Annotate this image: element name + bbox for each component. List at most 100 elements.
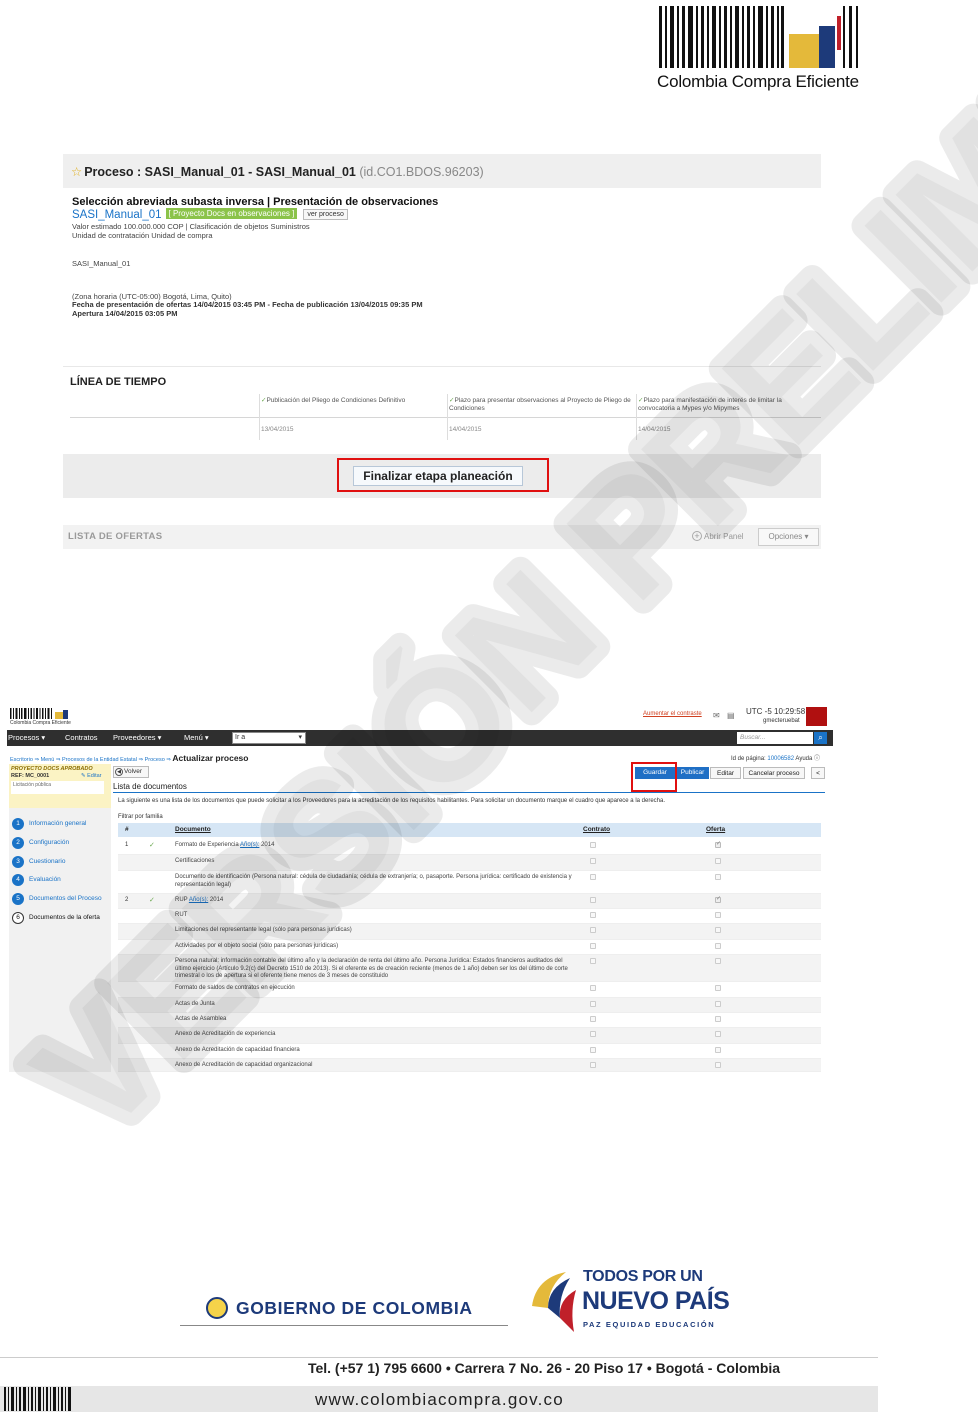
publicar-button[interactable]: Publicar — [676, 767, 709, 779]
contrato-checkbox[interactable] — [590, 1062, 596, 1068]
step-configuracion[interactable]: 2 Configuración — [12, 835, 111, 851]
step-label: Información general — [29, 820, 87, 827]
todos-line1: TODOS POR UN — [583, 1268, 703, 1285]
process-description: SASI_Manual_01 — [72, 259, 131, 268]
contrato-checkbox[interactable] — [590, 1031, 596, 1037]
help-link[interactable]: Ayuda ⓘ — [795, 756, 820, 762]
contrato-checkbox[interactable] — [590, 912, 596, 918]
oferta-checkbox[interactable] — [715, 1001, 721, 1007]
contrato-checkbox[interactable] — [590, 874, 596, 880]
step-label: Configuración — [29, 839, 70, 846]
aumentar-contraste-link[interactable]: Aumentar el contraste — [643, 711, 702, 717]
step-documentos-proceso[interactable]: 5 Documentos del Proceso — [12, 891, 111, 907]
step-informacion-general[interactable]: 1 Información general — [12, 816, 111, 832]
nav-proveedores[interactable]: Proveedores ▾ — [113, 733, 161, 742]
abrir-panel-button[interactable]: + Abrir Panel — [692, 531, 744, 541]
contrato-checkbox[interactable] — [590, 985, 596, 991]
cancelar-proceso-button[interactable]: Cancelar proceso — [743, 767, 805, 779]
filter-by-family[interactable]: Filtrar por familia — [118, 814, 163, 820]
table-row: Actas de Junta — [118, 998, 821, 1013]
prev-button[interactable]: < — [811, 767, 825, 779]
oferta-checkbox[interactable] — [715, 1031, 721, 1037]
col-documento[interactable]: Documento — [175, 826, 211, 833]
table-row: Persona natural: información contable de… — [118, 955, 821, 982]
oferta-checkbox[interactable] — [715, 943, 721, 949]
contrato-checkbox[interactable] — [590, 1047, 596, 1053]
oferta-checkbox[interactable] — [715, 912, 721, 918]
check-icon: ✓ — [149, 842, 155, 849]
nav-menu[interactable]: Menú ▾ — [184, 733, 209, 742]
divider — [180, 1325, 508, 1326]
contrato-checkbox[interactable] — [590, 858, 596, 864]
footer-contact: Tel. (+57 1) 795 6600 • Carrera 7 No. 26… — [307, 1360, 781, 1376]
contrato-checkbox[interactable] — [590, 1001, 596, 1007]
calendar-icon[interactable]: ▤ — [727, 711, 735, 720]
contrato-checkbox[interactable] — [590, 842, 596, 848]
nav-contratos[interactable]: Contratos — [65, 733, 98, 742]
volver-button[interactable]: ◀ Volver — [113, 766, 149, 778]
years-link[interactable]: Año(s): — [189, 897, 208, 903]
search-input[interactable]: Buscar... — [737, 732, 813, 744]
dropdown-arrow-icon: ▾ — [298, 734, 302, 741]
search-icon[interactable]: ⌕ — [814, 732, 827, 744]
col-contrato[interactable]: Contrato — [583, 826, 610, 833]
contrato-checkbox[interactable] — [590, 927, 596, 933]
mail-icon[interactable]: ✉ — [713, 711, 720, 720]
oferta-checkbox[interactable] — [715, 874, 721, 880]
oferta-checkbox[interactable] — [715, 895, 721, 903]
check-icon: ✓ — [149, 897, 155, 904]
page-id-label: Id de página: — [731, 756, 768, 762]
oferta-checkbox[interactable] — [715, 858, 721, 864]
oferta-checkbox[interactable] — [715, 927, 721, 933]
username[interactable]: gmecteruebat — [763, 718, 800, 724]
oferta-checkbox[interactable] — [715, 985, 721, 991]
clock-readout: UTC -5 10:29:58 — [746, 707, 806, 716]
document-name: Certificaciones — [175, 858, 575, 866]
nav-procesos[interactable]: Procesos ▾ — [8, 733, 45, 742]
contrato-checkbox[interactable] — [590, 897, 596, 903]
ir-a-select[interactable]: Ir a ▾ — [232, 732, 306, 744]
editar-button[interactable]: Editar — [710, 767, 741, 779]
table-row: Limitaciones del representante legal (só… — [118, 924, 821, 940]
opciones-dropdown[interactable]: Opciones ▾ — [758, 528, 819, 546]
oferta-checkbox[interactable] — [715, 1016, 721, 1022]
document-label: Formato de saldos de contratos en ejecuc… — [175, 985, 295, 991]
plus-icon: + — [692, 531, 702, 541]
step-documentos-oferta[interactable]: 6 Documentos de la oferta — [12, 910, 111, 926]
col-oferta[interactable]: Oferta — [706, 826, 725, 833]
contrato-checkbox[interactable] — [590, 943, 596, 949]
document-name: Formato de Experiencia Año(s): 2014 — [175, 842, 575, 850]
page-id-value: 10006582 — [767, 756, 795, 762]
document-name: Anexo de Acreditación de experiencia — [175, 1031, 575, 1039]
footer-bar: www.colombiacompra.gov.co — [0, 1386, 878, 1412]
document-name: Actas de Junta — [175, 1001, 575, 1009]
step-number: 2 — [12, 837, 24, 849]
document-name: Limitaciones del representante legal (só… — [175, 927, 575, 935]
step-evaluacion[interactable]: 4 Evaluación — [12, 872, 111, 888]
star-icon[interactable]: ☆ — [71, 165, 82, 179]
ver-proceso-button[interactable]: ver proceso — [303, 209, 348, 220]
timeline-date: 14/04/2015 — [449, 426, 482, 433]
update-process-screenshot: Colombia Compra Eficiente Aumentar el co… — [7, 706, 833, 1072]
contrato-checkbox[interactable] — [590, 1016, 596, 1022]
process-heading: Selección abreviada subasta inversa | Pr… — [72, 196, 439, 208]
footer-url[interactable]: www.colombiacompra.gov.co — [315, 1390, 564, 1410]
oferta-checkbox[interactable] — [715, 840, 721, 848]
status-badge: [ Proyecto Docs en observaciones ] — [165, 208, 298, 219]
contrato-checkbox[interactable] — [590, 958, 596, 964]
timeline-event-label: Plazo para manifestación de interés de l… — [638, 397, 782, 412]
process-id: (id.CO1.BDOS.96203) — [359, 165, 484, 179]
breadcrumb-links[interactable]: Escritorio ⇒ Menú ⇒ Procesos de la Entid… — [10, 757, 172, 763]
app-logo-text: Colombia Compra Eficiente — [10, 720, 71, 726]
oferta-checkbox[interactable] — [715, 958, 721, 964]
row-number: 2 — [125, 897, 129, 903]
years-link[interactable]: Año(s): — [240, 842, 259, 848]
oferta-checkbox[interactable] — [715, 1062, 721, 1068]
gobierno-logo: GOBIERNO DE COLOMBIA — [180, 1294, 508, 1326]
step-cuestionario[interactable]: 3 Cuestionario — [12, 854, 111, 870]
document-name: Anexo de Acreditación de capacidad organ… — [175, 1062, 575, 1070]
edit-ref-link[interactable]: ✎ Editar — [81, 773, 102, 779]
timeline-separator — [259, 394, 260, 440]
avatar[interactable] — [806, 707, 827, 726]
oferta-checkbox[interactable] — [715, 1047, 721, 1053]
